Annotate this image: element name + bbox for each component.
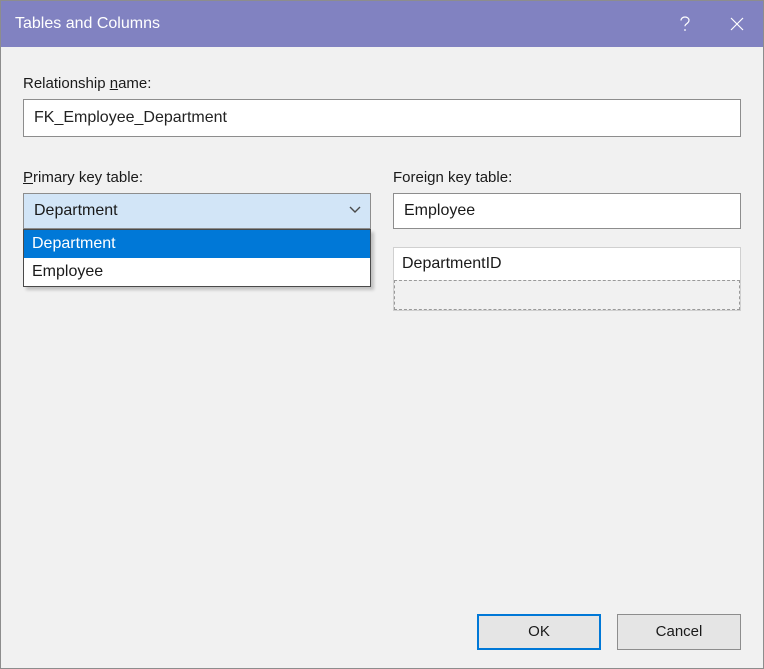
help-icon xyxy=(677,15,693,33)
ok-button[interactable]: OK xyxy=(477,614,601,650)
titlebar: Tables and Columns xyxy=(1,1,763,47)
foreign-key-table-label: Foreign key table: xyxy=(393,169,741,186)
window-title: Tables and Columns xyxy=(15,15,659,33)
foreign-key-column-area: Foreign key table: Employee DepartmentID xyxy=(393,161,741,311)
dropdown-option-employee[interactable]: Employee xyxy=(24,258,370,286)
chevron-down-icon xyxy=(348,194,362,228)
grid-cell-foreign-column[interactable]: DepartmentID xyxy=(394,248,740,280)
primary-key-table-combobox[interactable]: Department xyxy=(23,193,371,229)
foreign-key-columns-grid[interactable]: DepartmentID xyxy=(393,247,741,311)
primary-key-table-dropdown: Department Employee xyxy=(23,229,371,287)
dropdown-option-department[interactable]: Department xyxy=(24,230,370,258)
cancel-button[interactable]: Cancel xyxy=(617,614,741,650)
close-icon xyxy=(730,17,744,31)
grid-cell-empty[interactable] xyxy=(394,280,740,310)
dialog-client-area: Relationship name: Primary key table: De… xyxy=(1,47,763,668)
close-button[interactable] xyxy=(711,1,763,47)
primary-key-table-label: Primary key table: xyxy=(23,169,371,186)
combobox-selected-value: Department xyxy=(34,202,118,219)
dialog-button-bar: OK Cancel xyxy=(477,614,741,650)
primary-key-column-area: Primary key table: Department Department… xyxy=(23,161,371,311)
relationship-name-input[interactable] xyxy=(23,99,741,137)
dialog-window: Tables and Columns Relationship name: Pr… xyxy=(0,0,764,669)
help-button[interactable] xyxy=(659,1,711,47)
foreign-key-table-display: Employee xyxy=(393,193,741,229)
relationship-name-label: Relationship name: xyxy=(23,75,741,92)
